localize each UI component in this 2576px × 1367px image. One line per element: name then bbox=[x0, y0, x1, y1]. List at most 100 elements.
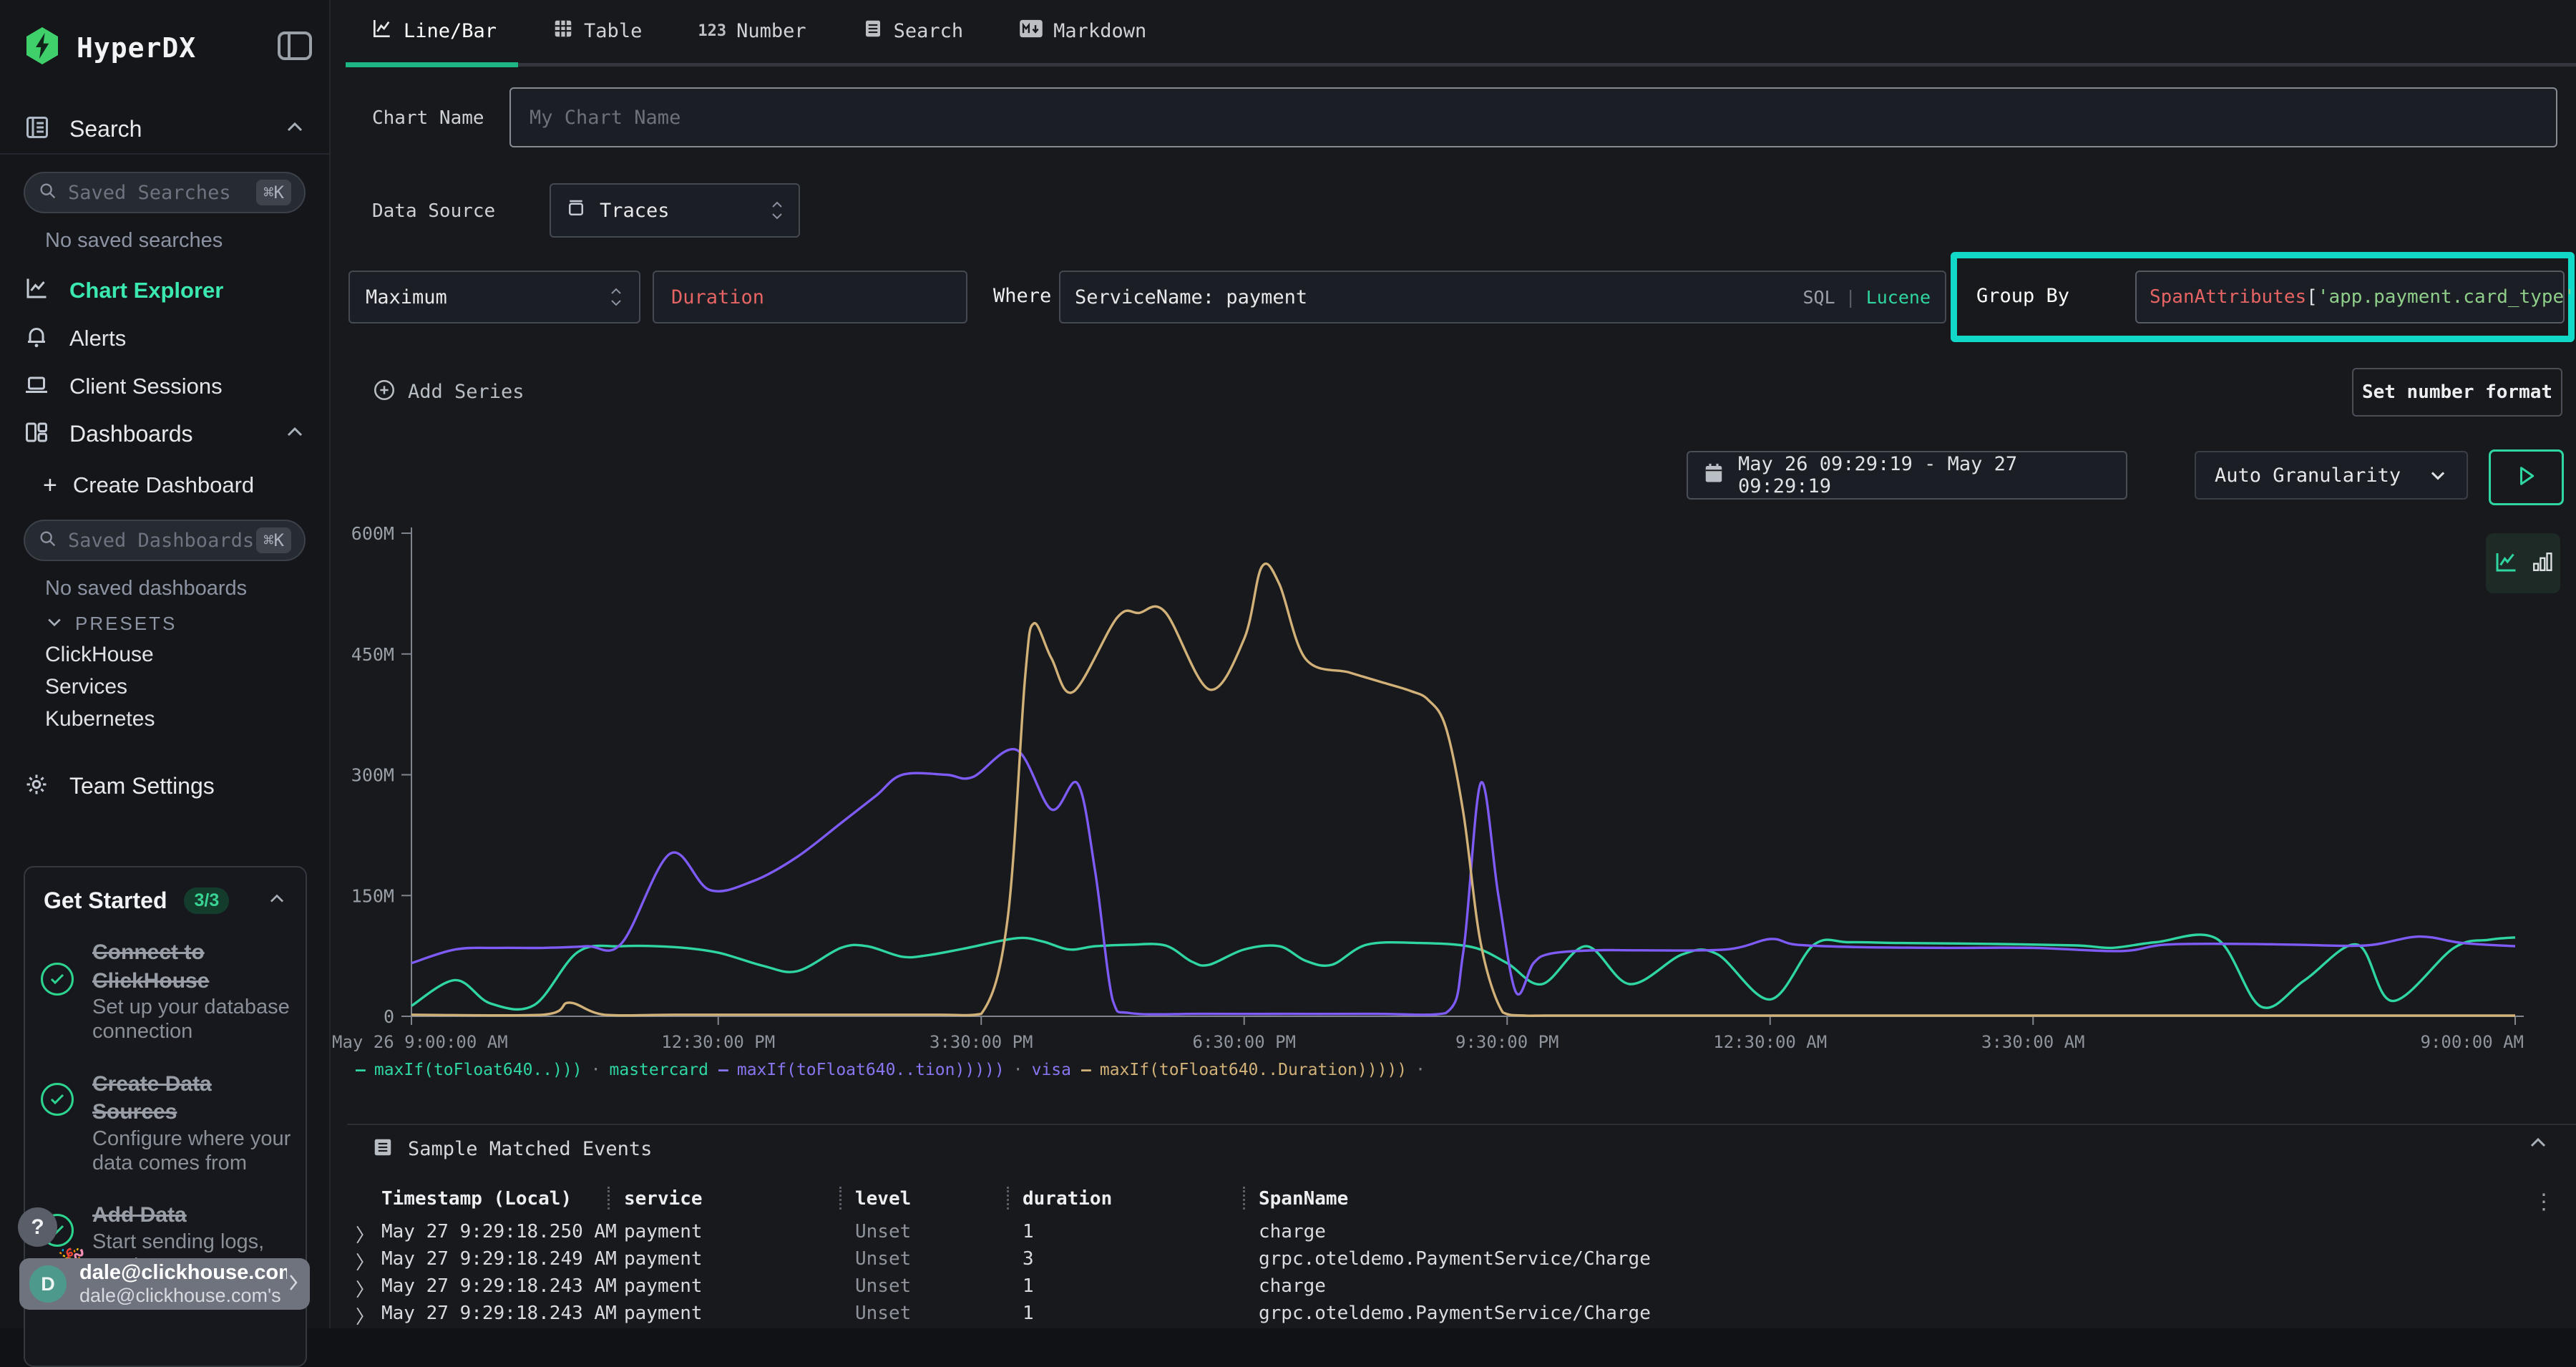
chart-name-label: Chart Name bbox=[372, 107, 484, 129]
group-by-arg: 'app.payment.card_type' bbox=[2318, 286, 2575, 308]
user-email: dale@clickhouse.com bbox=[79, 1261, 287, 1285]
aggregation-select[interactable]: Maximum bbox=[348, 271, 640, 323]
table-icon bbox=[552, 18, 574, 44]
column-header-service[interactable]: service bbox=[624, 1188, 703, 1210]
cell-level: Unset bbox=[855, 1303, 911, 1324]
collapse-sidebar-icon[interactable] bbox=[276, 29, 313, 67]
saved-searches-input[interactable]: Saved Searches ⌘K bbox=[24, 172, 306, 213]
granularity-select[interactable]: Auto Granularity bbox=[2195, 451, 2468, 500]
sidebar-section-search[interactable]: Search bbox=[24, 115, 306, 144]
tab-search[interactable]: Search bbox=[862, 18, 964, 44]
group-by-input[interactable]: SpanAttributes['app.payment.card_type'] bbox=[2135, 271, 2565, 323]
cell-service: payment bbox=[624, 1221, 703, 1242]
user-menu[interactable]: D dale@clickhouse.com dale@clickhouse.co… bbox=[19, 1258, 310, 1310]
set-number-format-button[interactable]: Set number format bbox=[2352, 368, 2562, 417]
create-dashboard-button[interactable]: + Create Dashboard bbox=[43, 472, 254, 498]
cell-timestamp: May 27 9:29:18.249 AM bbox=[381, 1248, 617, 1270]
tab-table[interactable]: Table bbox=[552, 18, 642, 44]
cell-level: Unset bbox=[855, 1275, 911, 1297]
legend-separator: · bbox=[591, 1061, 601, 1079]
x-tick-label: 9:00:00 AM bbox=[2421, 1032, 2524, 1052]
search-icon bbox=[38, 181, 58, 205]
saved-dashboards-input[interactable]: Saved Dashboards ⌘K bbox=[24, 520, 306, 561]
get-started-item-title: Add Data bbox=[92, 1201, 291, 1230]
list-icon bbox=[372, 1137, 394, 1162]
table-row[interactable]: 〉May 27 9:29:18.243 AMpaymentUnset1grpc.… bbox=[331, 1303, 2576, 1328]
query-language-toggle[interactable]: SQL | Lucene bbox=[1802, 287, 1931, 308]
database-icon bbox=[565, 198, 587, 224]
sql-option[interactable]: SQL bbox=[1802, 287, 1835, 308]
check-circle-icon bbox=[41, 963, 74, 996]
no-saved-dashboards: No saved dashboards bbox=[45, 577, 247, 600]
get-started-item[interactable]: Connect to ClickHouse Set up your databa… bbox=[41, 938, 291, 1044]
legend-item[interactable]: —maxIf(toFloat640..tion)))))·visa bbox=[718, 1061, 1071, 1079]
search-icon bbox=[38, 529, 58, 553]
legend-item[interactable]: —maxIf(toFloat640..Duration)))))· bbox=[1081, 1061, 1425, 1079]
chart-name-input[interactable] bbox=[528, 106, 2539, 130]
column-header-spanname[interactable]: SpanName bbox=[1259, 1188, 1348, 1210]
legend-label: maxIf(toFloat640..Duration))))) bbox=[1100, 1061, 1407, 1079]
preset-clickhouse[interactable]: ClickHouse bbox=[45, 643, 154, 667]
preset-services[interactable]: Services bbox=[45, 675, 127, 699]
chart-legend: —maxIf(toFloat640..)))·mastercard —maxIf(… bbox=[356, 1061, 1425, 1079]
sidebar-item-chart-explorer[interactable]: Chart Explorer bbox=[24, 276, 223, 305]
tab-number[interactable]: 123 Number bbox=[698, 20, 806, 42]
field-value: Duration bbox=[671, 286, 764, 308]
group-by-fn: SpanAttributes bbox=[2150, 286, 2306, 308]
get-started-item[interactable]: Create Data Sources Configure where your… bbox=[41, 1070, 291, 1176]
aggregation-value: Maximum bbox=[366, 286, 447, 308]
events-title: Sample Matched Events bbox=[408, 1138, 652, 1160]
brand[interactable]: HyperDX bbox=[24, 26, 196, 69]
search-list-icon bbox=[862, 18, 884, 44]
events-table-header: Timestamp (Local) service level duration Spa… bbox=[331, 1187, 2576, 1218]
tab-line-bar[interactable]: Line/Bar bbox=[371, 17, 497, 45]
expand-row-icon[interactable]: 〉 bbox=[356, 1248, 374, 1275]
sidebar-item-alerts[interactable]: Alerts bbox=[24, 323, 126, 353]
cell-spanname: grpc.oteldemo.PaymentService/Charge bbox=[1259, 1248, 1651, 1270]
field-select[interactable]: Duration bbox=[653, 271, 967, 323]
timeseries-chart[interactable]: 600M450M300M150M0May 26 9:00:00 AM12:30:… bbox=[331, 501, 2576, 1066]
x-tick-label: 6:30:00 PM bbox=[1193, 1032, 1297, 1052]
where-input[interactable]: ServiceName: payment SQL | Lucene bbox=[1059, 271, 1946, 323]
date-range-picker[interactable]: May 26 09:29:19 - May 27 09:29:19 bbox=[1687, 451, 2127, 500]
chevron-up-icon[interactable] bbox=[267, 892, 287, 909]
run-query-button[interactable] bbox=[2489, 449, 2564, 505]
preset-kubernetes[interactable]: Kubernetes bbox=[45, 707, 155, 731]
expand-row-icon[interactable]: 〉 bbox=[356, 1275, 374, 1302]
sidebar-item-client-sessions[interactable]: Client Sessions bbox=[24, 371, 223, 401]
expand-row-icon[interactable]: 〉 bbox=[356, 1221, 374, 1247]
chart-canvas: 600M450M300M150M0May 26 9:00:00 AM12:30:… bbox=[331, 501, 2576, 1066]
sidebar-item-team-settings[interactable]: Team Settings bbox=[24, 772, 215, 801]
legend-item[interactable]: —maxIf(toFloat640..)))·mastercard bbox=[356, 1061, 708, 1079]
avatar: D bbox=[29, 1265, 67, 1303]
column-header-duration[interactable]: duration bbox=[1023, 1188, 1112, 1210]
expand-row-icon[interactable]: 〉 bbox=[356, 1303, 374, 1328]
laptop-icon bbox=[24, 371, 49, 401]
get-started-badge: 3/3 bbox=[184, 887, 229, 914]
table-row[interactable]: 〉May 27 9:29:18.249 AMpaymentUnset3grpc.… bbox=[331, 1248, 2576, 1275]
presets-toggle[interactable]: PRESETS bbox=[45, 613, 177, 635]
alerts-label: Alerts bbox=[69, 326, 126, 351]
series-line-visa bbox=[411, 749, 2515, 1015]
data-source-select[interactable]: Traces bbox=[550, 183, 800, 238]
table-row[interactable]: 〉May 27 9:29:18.243 AMpaymentUnset1charg… bbox=[331, 1275, 2576, 1303]
table-menu-icon[interactable]: ⋮ bbox=[2533, 1190, 2555, 1215]
column-header-level[interactable]: level bbox=[855, 1188, 911, 1210]
where-label: Where bbox=[993, 285, 1051, 307]
chart-name-field[interactable] bbox=[509, 87, 2557, 147]
x-tick-label: 3:30:00 PM bbox=[930, 1032, 1033, 1052]
add-series-button[interactable]: Add Series bbox=[372, 378, 525, 406]
calendar-icon bbox=[1704, 462, 1724, 489]
lucene-option[interactable]: Lucene bbox=[1866, 287, 1931, 308]
table-row[interactable]: 〉May 27 9:29:18.250 AMpaymentUnset1charg… bbox=[331, 1221, 2576, 1248]
column-header-timestamp-local-[interactable]: Timestamp (Local) bbox=[381, 1188, 572, 1210]
tab-label: Table bbox=[584, 20, 642, 42]
saved-dashboards-placeholder: Saved Dashboards bbox=[68, 530, 256, 552]
sidebar-section-dashboards[interactable]: Dashboards bbox=[24, 419, 306, 449]
legend-separator: · bbox=[1013, 1061, 1023, 1079]
date-range-value: May 26 09:29:19 - May 27 09:29:19 bbox=[1738, 453, 2110, 497]
cell-service: payment bbox=[624, 1275, 703, 1297]
collapse-events-icon[interactable] bbox=[2527, 1135, 2549, 1154]
tab-markdown[interactable]: Markdown bbox=[1019, 19, 1146, 44]
help-button[interactable]: ? bbox=[18, 1207, 57, 1247]
